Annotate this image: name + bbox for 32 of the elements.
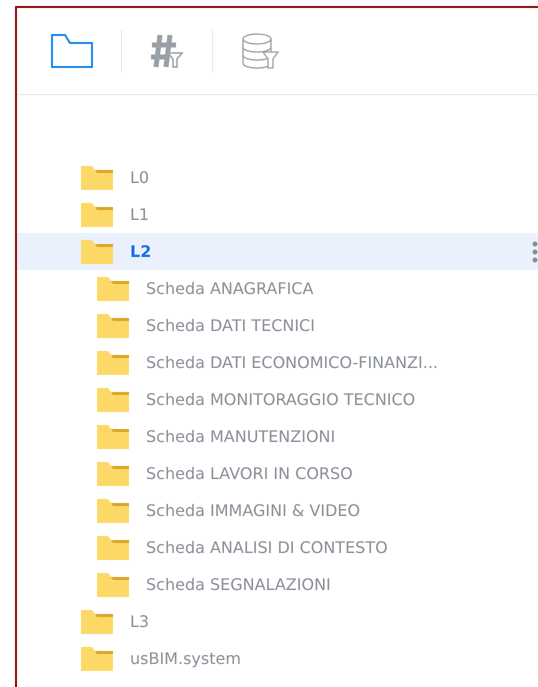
folder-icon	[96, 350, 130, 376]
tree-item[interactable]: Scheda DATI ECONOMICO-FINANZI...	[17, 344, 538, 381]
tree-item[interactable]: Scheda IMMAGINI & VIDEO	[17, 492, 538, 529]
folder-icon	[96, 534, 130, 560]
folder-icon	[96, 498, 130, 524]
more-options-icon[interactable]	[532, 241, 538, 263]
tree-item[interactable]: Scheda SEGNALAZIONI	[17, 566, 538, 603]
hash-filter-icon[interactable]	[150, 33, 184, 69]
database-filter-icon[interactable]	[241, 33, 279, 69]
folder-icon	[80, 646, 114, 672]
folder-icon	[96, 276, 130, 302]
tree-item[interactable]: L2	[17, 233, 538, 270]
folder-icon	[96, 386, 130, 412]
folder-icon	[80, 238, 114, 264]
tree-item[interactable]: L1	[17, 196, 538, 233]
folder-icon	[80, 608, 114, 634]
tree-item[interactable]: usBIM.system	[17, 640, 538, 677]
folder-icon	[96, 312, 130, 338]
tree-item[interactable]: Scheda LAVORI IN CORSO	[17, 455, 538, 492]
tree-item[interactable]: Scheda MANUTENZIONI	[17, 418, 538, 455]
folder-icon	[96, 572, 130, 598]
tree-item[interactable]: Scheda MONITORAGGIO TECNICO	[17, 381, 538, 418]
tree-item[interactable]: Scheda ANAGRAFICA	[17, 270, 538, 307]
folder-icon[interactable]	[51, 34, 93, 68]
tree-item[interactable]: L3	[17, 603, 538, 640]
tree-item[interactable]: Scheda ANALISI DI CONTESTO	[17, 529, 538, 566]
tree-item[interactable]: L0	[17, 159, 538, 196]
folder-icon	[80, 164, 114, 190]
folder-icon	[96, 460, 130, 486]
folder-icon	[80, 202, 114, 228]
tree-item[interactable]: Scheda DATI TECNICI	[17, 307, 538, 344]
folder-icon	[96, 424, 130, 450]
